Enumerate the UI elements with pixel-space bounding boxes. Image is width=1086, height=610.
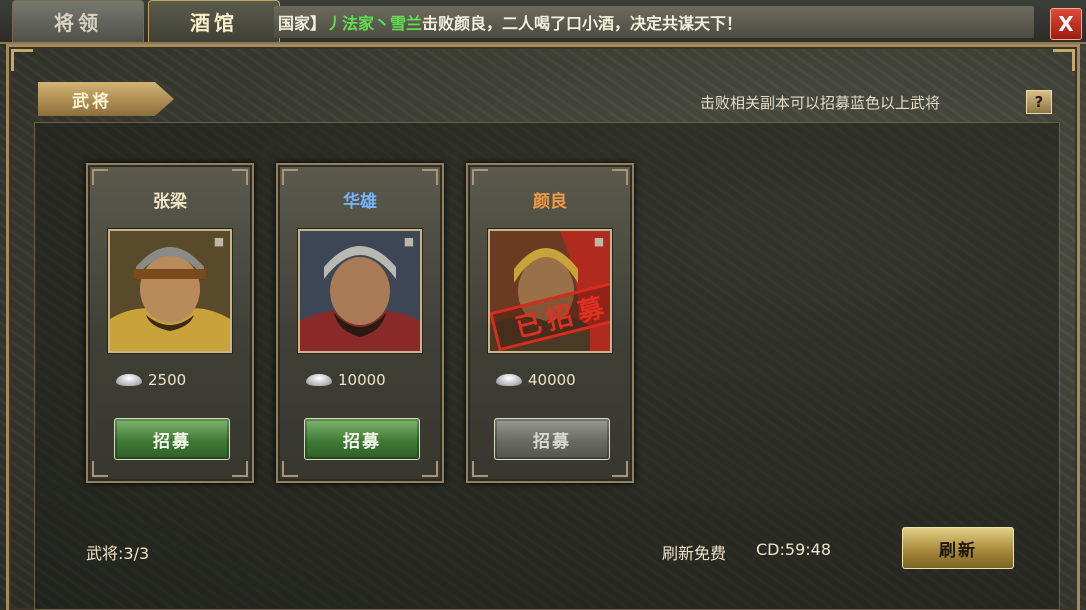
recruit-button-disabled[interactable]: 招募 xyxy=(494,418,610,460)
general-cost: 2500 xyxy=(116,371,186,389)
card-ornament xyxy=(472,169,488,185)
card-ornament xyxy=(282,169,298,185)
general-card-zhangliang: 张梁 ■ 2500 招募 xyxy=(86,163,254,483)
cost-value: 2500 xyxy=(148,371,187,389)
cost-value: 10000 xyxy=(338,371,386,389)
card-ornament xyxy=(612,169,628,185)
news-ticker: 国家】 丿法家丶雪兰 击败颜良，二人喝了口小酒，决定共谋天下！ xyxy=(274,6,1034,38)
lock-icon: ■ xyxy=(213,235,225,248)
tab-tavern[interactable]: 酒馆 xyxy=(148,0,280,42)
card-ornament xyxy=(612,461,628,477)
card-ornament xyxy=(422,461,438,477)
general-portrait: ■ xyxy=(298,229,422,353)
recruit-button[interactable]: 招募 xyxy=(304,418,420,460)
ticker-player-names: 丿法家丶雪兰 xyxy=(326,14,423,33)
card-ornament xyxy=(472,461,488,477)
refresh-free-label: 刷新免费 xyxy=(662,544,727,563)
lock-icon: ■ xyxy=(403,235,415,248)
general-name: 颜良 xyxy=(533,192,567,212)
card-ornament xyxy=(92,461,108,477)
card-ornament xyxy=(92,169,108,185)
general-cost: 10000 xyxy=(306,371,386,389)
card-ornament xyxy=(232,169,248,185)
cost-value: 40000 xyxy=(528,371,576,389)
frame-corner-ornament xyxy=(11,49,33,71)
general-name: 华雄 xyxy=(343,192,377,212)
recruit-button[interactable]: 招募 xyxy=(114,418,230,460)
general-portrait: ■ xyxy=(108,229,232,353)
ticker-message: 击败颜良，二人喝了口小酒，决定共谋天下！ xyxy=(422,14,743,33)
refresh-button[interactable]: 刷新 xyxy=(902,527,1014,569)
ticker-prefix: 国家】 xyxy=(278,14,327,33)
close-button[interactable]: X xyxy=(1050,8,1082,40)
general-portrait: ■ 已招募 xyxy=(488,229,612,353)
general-count: 武将:3/3 xyxy=(86,544,150,563)
frame-corner-ornament xyxy=(1053,49,1075,71)
general-card-yanliang: 颜良 ■ 已招募 40000 招募 xyxy=(466,163,634,483)
general-cost: 40000 xyxy=(496,371,576,389)
tab-generals[interactable]: 将领 xyxy=(12,0,144,42)
refresh-cooldown: CD:59:48 xyxy=(756,540,831,559)
general-name: 张梁 xyxy=(153,192,187,212)
silver-ingot-icon xyxy=(496,374,522,386)
card-ornament xyxy=(282,461,298,477)
top-tab-bar: 将领 酒馆 国家】 丿法家丶雪兰 击败颜良，二人喝了口小酒，决定共谋天下！ X xyxy=(0,0,1086,44)
card-ornament xyxy=(232,461,248,477)
recruit-hint-text: 击败相关副本可以招募蓝色以上武将 xyxy=(700,94,941,112)
help-button[interactable]: ? xyxy=(1026,90,1052,114)
silver-ingot-icon xyxy=(116,374,142,386)
general-card-huaxiong: 华雄 ■ 10000 招募 xyxy=(276,163,444,483)
card-ornament xyxy=(422,169,438,185)
lock-icon: ■ xyxy=(593,235,605,248)
section-label-generals: 武将 xyxy=(38,82,174,116)
silver-ingot-icon xyxy=(306,374,332,386)
